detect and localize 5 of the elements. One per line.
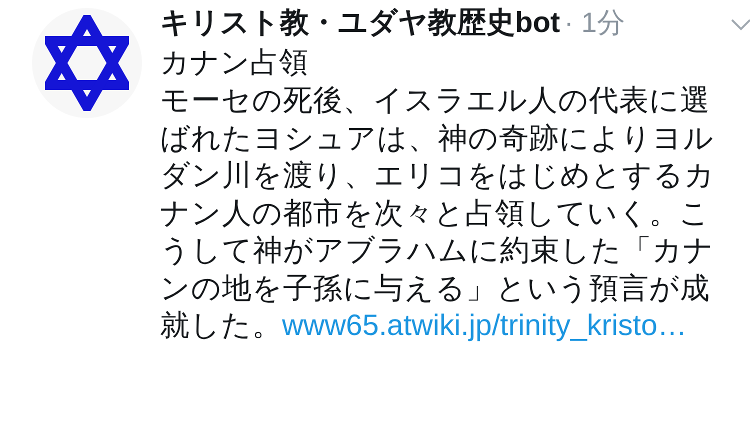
timestamp: · 1分 xyxy=(564,6,625,40)
author-name[interactable]: キリスト教・ユダヤ教歴史bot xyxy=(160,3,560,43)
tweet-heading: カナン占領 xyxy=(160,46,309,81)
star-icon xyxy=(45,15,129,111)
tweet-text: モーセの死後、イスラエル人の代表に選ばれたヨシュアは、神の奇跡によりヨルダン川を渡り、エリコをはじめとするカナン人の都市を次々と占領していく。こうして神がアブラハムに約束した「カナンの地を子孫に与える」という預言が成就した。www65.atwiki.jp/trinity_kristo… xyxy=(160,83,716,344)
